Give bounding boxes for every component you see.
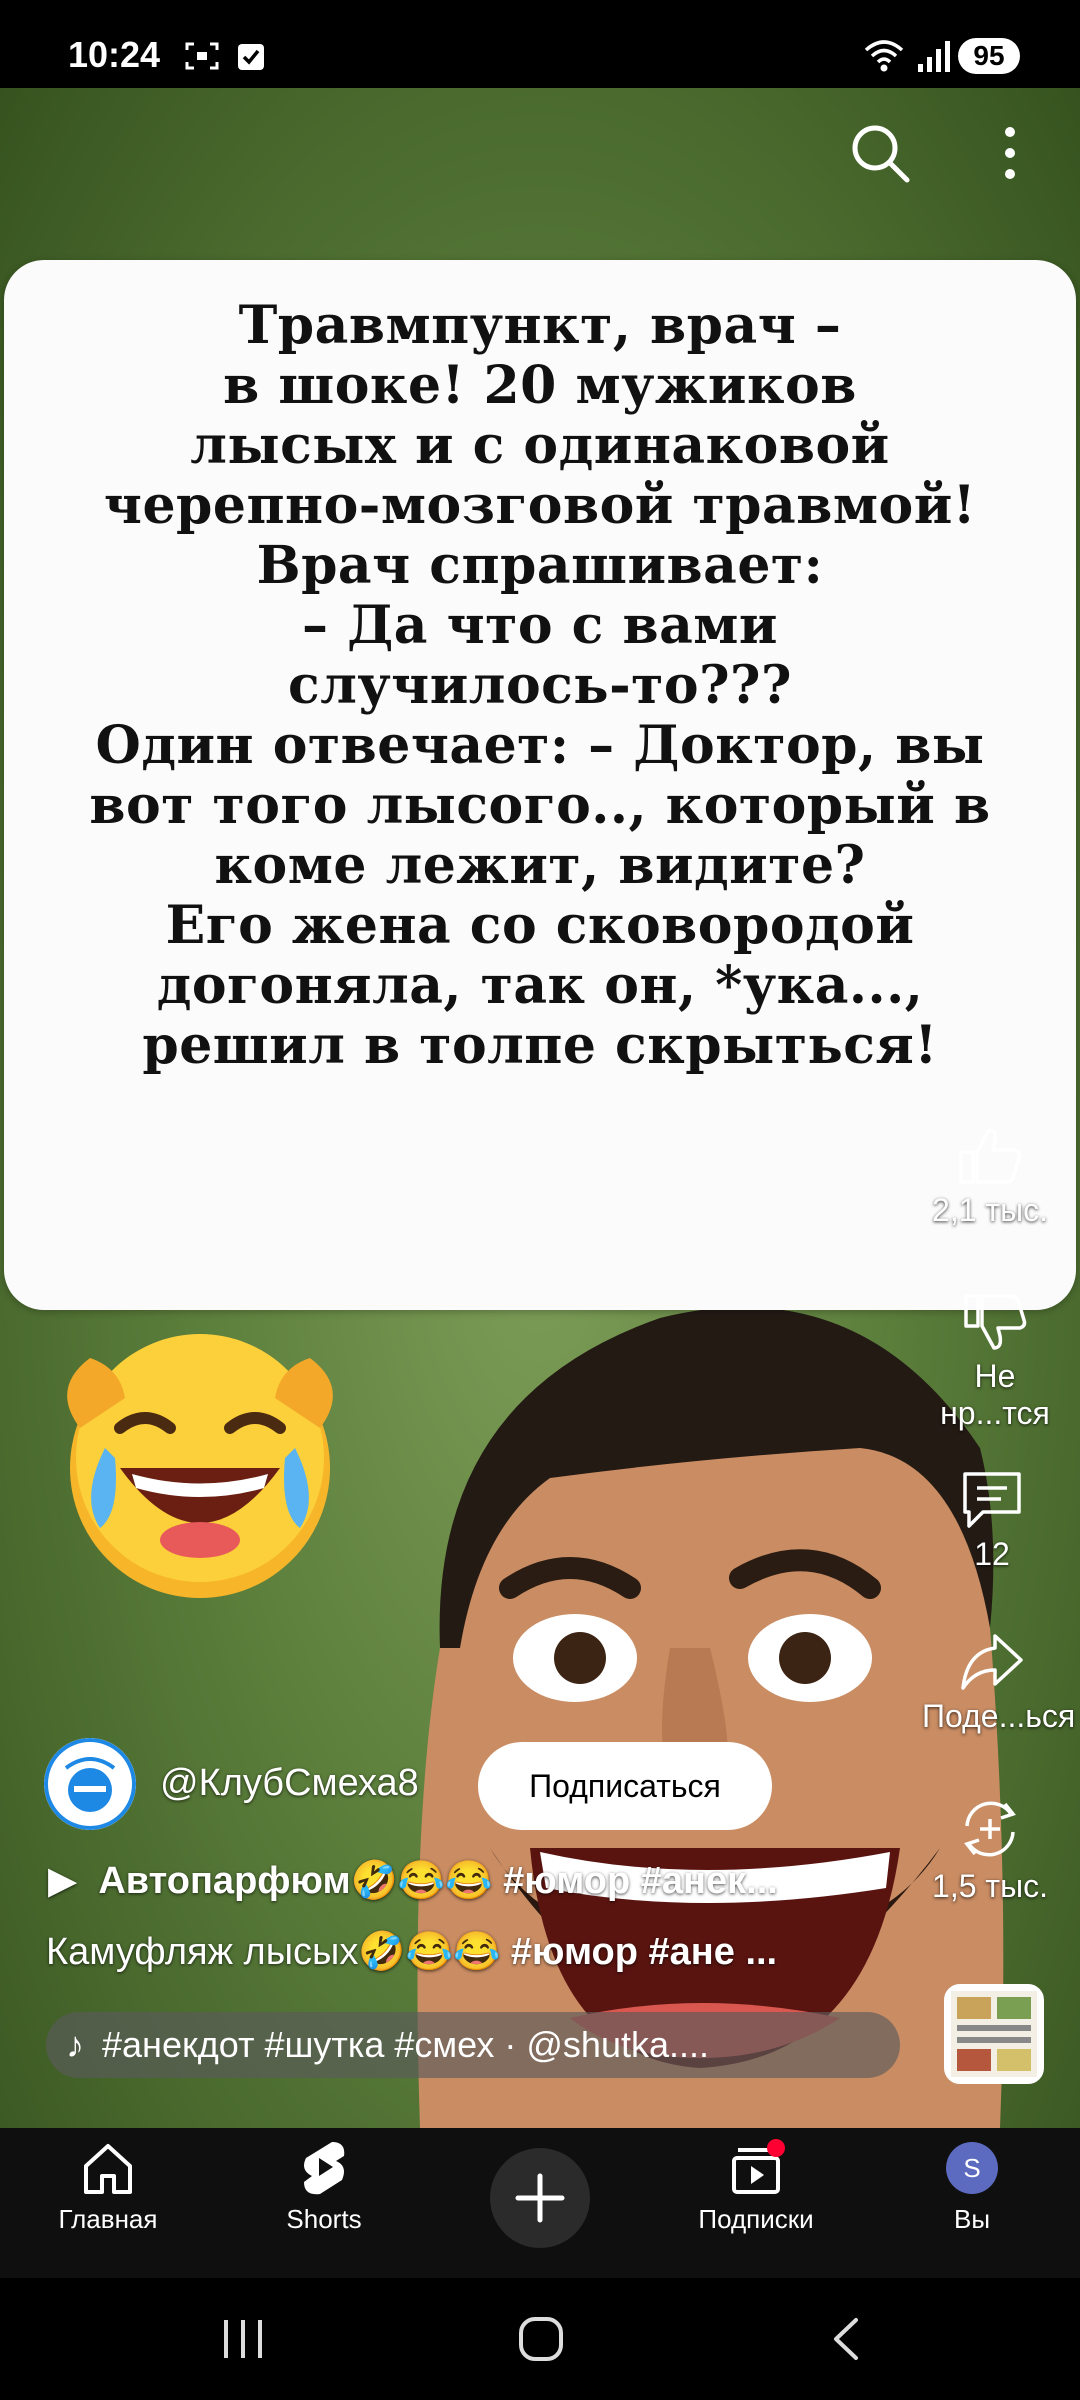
wifi-icon [864,40,904,72]
signal-icon [918,41,950,72]
playlist-link[interactable]: ▶ Автопарфюм🤣😂😂 #юмор #анек... [48,1858,778,1903]
description-text: Камуфляж лысых🤣😂😂 [46,1931,501,1973]
nav-home[interactable]: Главная [18,2136,198,2235]
joke-line: вот того лысого.., который в [89,775,991,836]
sound-chip[interactable]: ♪ #анекдот #шутка #смех · @shutka.... [46,2012,900,2078]
dislike-label: Не нр...тся [940,1358,1050,1431]
battery-indicator: 95 [958,38,1020,74]
back-icon[interactable] [826,2314,866,2364]
joke-line: лысых и с одинаковой [190,415,890,476]
remix-button[interactable]: 1,5 тыс. [920,1796,1060,1905]
nav-shorts-label: Shorts [286,2204,362,2234]
subscriptions-icon [732,2139,785,2194]
comments-button[interactable]: 12 [922,1468,1062,1573]
comments-count: 12 [974,1536,1010,1572]
channel-logo-icon [44,1738,136,1830]
channel-handle[interactable]: @КлубСмеха8 [160,1762,419,1805]
playlist-title: Автопарфюм🤣😂😂 [98,1860,493,1902]
create-button[interactable] [490,2148,590,2248]
sound-thumbnail[interactable] [944,1984,1044,2084]
channel-avatar[interactable] [44,1738,136,1830]
laughing-emoji [67,1334,333,1598]
comment-icon [963,1472,1021,1528]
joke-line: Врач спрашивает: [256,535,824,596]
video-description[interactable]: Камуфляж лысых🤣😂😂 #юмор #ане ... [46,1930,777,1974]
joke-line: в шоке! 20 мужиков [223,355,857,416]
status-bar: 10:24 95 [0,0,1080,88]
like-button[interactable]: 2,1 тыс. [920,1126,1060,1229]
sound-thumbnail-image [951,1991,1037,2077]
joke-line: черепно-мозговой травмой! [103,475,977,536]
notification-dot [767,2139,785,2157]
recent-apps-icon[interactable] [218,2316,268,2362]
share-button[interactable]: Поде...ься [922,1630,1075,1735]
joke-line: решил в толпе скрыться! [142,1015,938,1076]
more-options-icon[interactable] [990,118,1030,188]
subscribe-button[interactable]: Подписаться [478,1742,772,1830]
search-icon[interactable] [845,118,915,188]
thumbs-down-icon [964,1294,1027,1350]
like-count: 2,1 тыс. [932,1192,1048,1228]
joke-text-card: Травмпункт, врач – в шоке! 20 мужиков лы… [4,260,1076,1310]
joke-text: Травмпункт, врач – в шоке! 20 мужиков лы… [4,296,1076,1076]
remix-icon [964,1801,1016,1857]
nav-you[interactable]: S Вы [882,2136,1062,2235]
playlist-tags: #юмор #анек... [503,1860,778,1902]
play-icon: ▶ [48,1860,78,1902]
remix-count: 1,5 тыс. [932,1868,1048,1904]
joke-line: Травмпункт, врач – [238,295,842,356]
nav-subscriptions[interactable]: Подписки [666,2136,846,2235]
nav-home-label: Главная [58,2204,158,2234]
status-time: 10:24 [68,34,161,75]
description-tags: #юмор #ане ... [510,1931,778,1973]
thumbs-up-icon [959,1128,1022,1184]
joke-line: – Да что с вами [301,595,779,656]
checkbox-icon [238,44,264,70]
joke-line: Его жена со сковородой [165,895,915,956]
music-note-icon: ♪ [66,2024,84,2065]
shorts-icon [304,2142,345,2195]
sound-label: #анекдот #шутка #смех · @shutka.... [102,2024,710,2065]
joke-line: случилось-то??? [288,655,792,716]
joke-line: Один отвечает: – Доктор, вы [95,715,985,776]
nav-shorts[interactable]: Shorts [234,2136,414,2235]
share-icon [961,1634,1023,1690]
screenshot-icon [185,42,219,70]
plus-icon [515,2173,565,2223]
profile-avatar-letter: S [963,2153,980,2183]
home-system-icon[interactable] [516,2314,566,2364]
nav-subscriptions-label: Подписки [698,2204,814,2234]
joke-line: коме лежит, видите? [214,835,866,896]
dislike-button[interactable]: Не нр...тся [925,1292,1065,1432]
nav-you-label: Вы [953,2204,991,2234]
joke-line: догоняла, так он, *ука..., [156,955,924,1016]
system-navigation-bar [0,2278,1080,2400]
profile-avatar: S [946,2142,998,2194]
home-icon [84,2144,132,2194]
share-label: Поде...ься [922,1698,1076,1734]
